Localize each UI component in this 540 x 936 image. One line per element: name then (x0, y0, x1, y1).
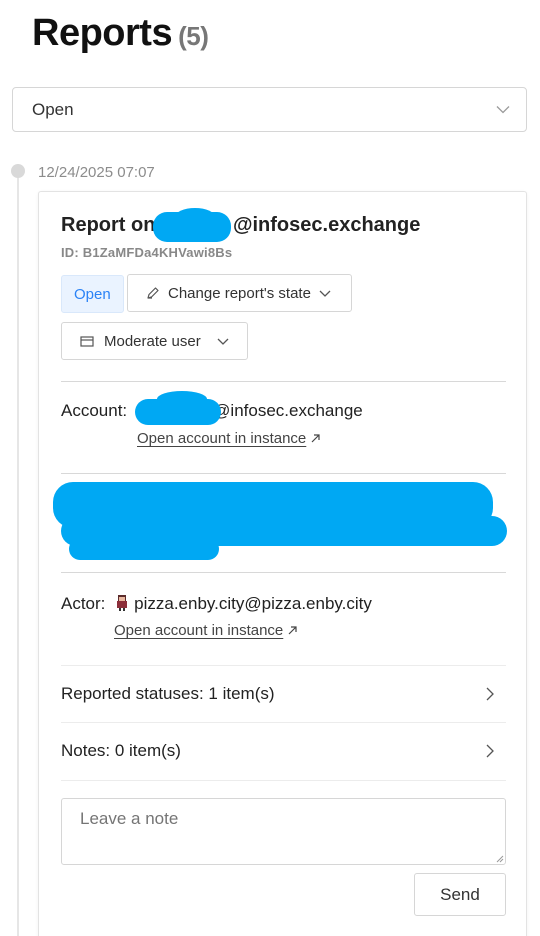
change-report-state-button[interactable]: Change report's state (127, 274, 352, 312)
timeline-dot (11, 164, 25, 178)
report-title: Report on @infosec.exchange (61, 214, 420, 237)
report-state-filter[interactable]: Open (12, 87, 527, 132)
report-card: Report on @infosec.exchange ID: B1ZaMFDa… (38, 191, 527, 936)
timeline-line (17, 172, 19, 936)
change-report-state-label: Change report's state (168, 284, 311, 302)
open-actor-link-label: Open account in instance (114, 622, 284, 639)
actor-row: Actor: pizza.enby.city@pizza.enby.city (61, 594, 372, 614)
avatar-icon (117, 595, 128, 611)
actor-handle: pizza.enby.city@pizza.enby.city (134, 594, 372, 613)
open-account-link[interactable]: Open account in instance (137, 430, 321, 447)
resize-grip-icon[interactable] (496, 855, 504, 863)
chevron-down-icon (319, 290, 331, 297)
chevron-down-icon (496, 106, 510, 114)
notes-label: Notes: 0 item(s) (61, 741, 181, 760)
moderate-user-button[interactable]: Moderate user (61, 322, 248, 360)
actor-label: Actor: (61, 594, 106, 613)
reported-statuses-label: Reported statuses: 1 item(s) (61, 684, 275, 703)
redaction-scribble (175, 208, 215, 226)
redaction-scribble (157, 391, 207, 407)
page-title: Reports (5) (32, 12, 209, 55)
chevron-down-icon (217, 338, 229, 345)
send-note-button[interactable]: Send (414, 873, 506, 916)
moderate-user-label: Moderate user (104, 332, 201, 350)
open-actor-link[interactable]: Open account in instance (114, 622, 298, 639)
report-title-prefix: Report on (61, 214, 161, 236)
report-count: (5) (178, 21, 209, 51)
account-domain: @infosec.exchange (213, 401, 363, 420)
inbox-icon (80, 336, 94, 347)
report-id: ID: B1ZaMFDa4KHVawi8Bs (61, 245, 233, 260)
reported-statuses-row[interactable]: Reported statuses: 1 item(s) (61, 666, 506, 722)
account-label: Account: (61, 401, 128, 420)
filter-selected-value: Open (32, 99, 74, 119)
external-link-icon (288, 626, 297, 635)
external-link-icon (311, 434, 320, 443)
section-divider (61, 473, 506, 474)
note-input[interactable] (61, 798, 506, 865)
chevron-right-icon (486, 687, 494, 701)
redaction-scribble (69, 538, 219, 560)
section-divider (61, 780, 506, 781)
open-account-link-label: Open account in instance (137, 430, 307, 447)
notes-row[interactable]: Notes: 0 item(s) (61, 723, 506, 779)
page-title-text: Reports (32, 12, 173, 54)
report-title-domain: @infosec.exchange (233, 214, 421, 236)
section-divider (61, 381, 506, 382)
pencil-icon (147, 287, 159, 299)
report-state-badge: Open (61, 275, 124, 313)
report-timestamp: 12/24/2025 07:07 (38, 164, 155, 181)
chevron-right-icon (486, 744, 494, 758)
section-divider (61, 572, 506, 573)
